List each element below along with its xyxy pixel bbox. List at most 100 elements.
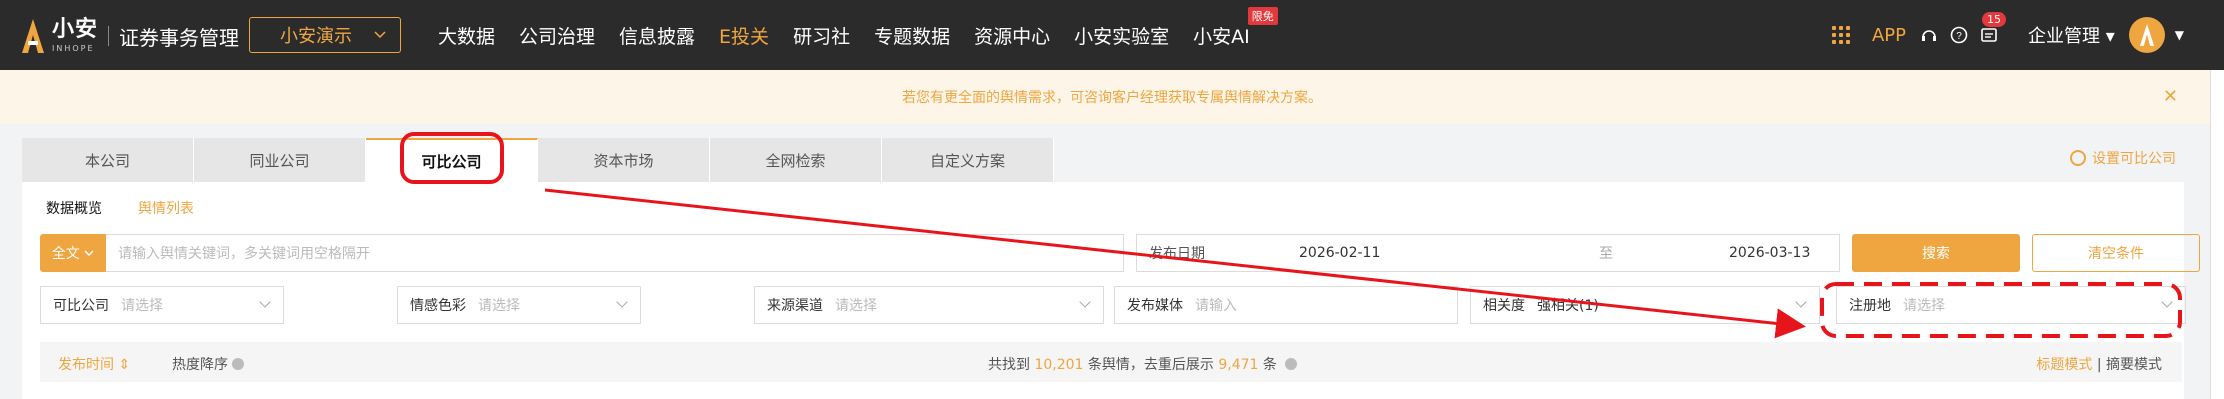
filter-value: 强相关(1) (1537, 298, 1599, 314)
enterprise-menu[interactable]: 企业管理 ▾ (2028, 22, 2115, 48)
chevron-down-icon (259, 296, 271, 308)
filter-label: 注册地 (1849, 298, 1891, 314)
tab-own-company[interactable]: 本公司 (22, 138, 194, 182)
inbox-icon (1981, 28, 1997, 42)
avatar[interactable] (2128, 17, 2165, 53)
set-comparable-label: 设置可比公司 (2092, 151, 2176, 167)
filter-label: 来源渠道 (767, 298, 823, 314)
nav-item-academy[interactable]: 研习社 (793, 22, 850, 49)
nav-item-ai-label: 小安AI (1193, 25, 1250, 48)
brand-logo[interactable]: 小安 INHOPE 证券事务管理 (22, 16, 239, 56)
filter-registered-place[interactable]: 注册地 请选择 (1836, 286, 2186, 324)
sort-by-time-label: 发布时间 (58, 357, 114, 373)
svg-text:?: ? (1956, 31, 1962, 42)
help-icon[interactable]: ? (1950, 26, 1968, 44)
view-mode-switch: 标题模式 | 摘要模式 (2036, 354, 2162, 374)
summary-mode-button[interactable]: 摘要模式 (2106, 357, 2162, 373)
top-navbar: 小安 INHOPE 证券事务管理 小安演示 大数据 公司治理 信息披露 E投关 … (0, 0, 2224, 70)
date-from[interactable]: 2026-02-11 (1299, 245, 1599, 261)
scrollbar[interactable] (2210, 70, 2224, 399)
scope-dropdown[interactable]: 全文 (40, 234, 106, 272)
tab-comparable-company[interactable]: 可比公司 (366, 138, 538, 182)
info-icon (232, 358, 244, 370)
free-badge: 限免 (1247, 6, 1278, 25)
filter-label: 可比公司 (53, 298, 109, 314)
avatar-caret-icon[interactable]: ▼ (2175, 28, 2184, 42)
date-range-picker[interactable]: 发布日期 2026-02-11 至 2026-03-13 (1136, 234, 1840, 272)
filter-sentiment[interactable]: 情感色彩 请选择 (397, 286, 641, 324)
tab-capital-market[interactable]: 资本市场 (538, 138, 710, 182)
nav-item-ai[interactable]: 小安AI 限免 (1193, 6, 1278, 49)
nav-item-lab[interactable]: 小安实验室 (1074, 22, 1169, 49)
count-prefix: 共找到 (988, 357, 1030, 373)
filter-relevance[interactable]: 相关度 强相关(1) (1470, 286, 1820, 324)
keyword-input[interactable]: 请输入舆情关键词，多关键词用空格隔开 (106, 234, 1124, 272)
nav-item-resources[interactable]: 资源中心 (974, 22, 1050, 49)
company-switch-value: 小安演示 (280, 26, 352, 47)
count-suffix: 条 (1262, 357, 1277, 373)
filter-source-channel[interactable]: 来源渠道 请选择 (754, 286, 1104, 324)
nav-item-e-ir[interactable]: E投关 (719, 22, 769, 49)
message-icon[interactable]: 15 (1980, 12, 2006, 44)
filter-comparable-company[interactable]: 可比公司 请选择 (40, 286, 284, 324)
chevron-down-icon (1079, 296, 1091, 308)
close-icon[interactable]: ✕ (2163, 86, 2178, 107)
main-panel: 数据概览 舆情列表 全文 请输入舆情关键词，多关键词用空格隔开 发布日期 202… (22, 182, 2200, 399)
result-count: 共找到 10,201 条舆情，去重后展示 9,471 条 (988, 354, 1298, 374)
notice-text: 若您有更全面的舆情需求，可咨询客户经理获取专属舆情解决方案。 (902, 90, 1322, 106)
tab-web-search[interactable]: 全网检索 (710, 138, 882, 182)
notification-count-badge: 15 (1982, 12, 2006, 27)
chevron-down-icon (616, 296, 628, 308)
filter-placeholder: 请选择 (121, 298, 163, 314)
main-nav: 大数据 公司治理 信息披露 E投关 研习社 专题数据 资源中心 小安实验室 小安… (438, 0, 1278, 70)
system-title: 证券事务管理 (119, 25, 240, 50)
sort-arrows-icon: ⇕ (118, 357, 131, 373)
nav-item-governance[interactable]: 公司治理 (519, 22, 595, 49)
clear-filters-button[interactable]: 清空条件 (2032, 234, 2200, 272)
set-comparable-link[interactable]: 设置可比公司 (2070, 148, 2176, 168)
tab-custom-plan[interactable]: 自定义方案 (882, 138, 1054, 182)
company-switch-select[interactable]: 小安演示 (249, 17, 401, 53)
result-toolbar: 发布时间 ⇕ 热度降序 共找到 10,201 条舆情，去重后展示 9,471 条… (40, 342, 2182, 382)
sub-tabs: 数据概览 舆情列表 (46, 198, 230, 218)
chevron-down-icon (2161, 296, 2173, 308)
filter-media[interactable]: 发布媒体 请输入 (1114, 286, 1458, 324)
nav-item-disclosure[interactable]: 信息披露 (619, 22, 695, 49)
filter-placeholder: 请选择 (1903, 298, 1945, 314)
headset-icon[interactable] (1920, 26, 1938, 44)
sort-by-heat-label: 热度降序 (172, 357, 228, 373)
logo-divider (108, 26, 110, 46)
subtab-overview[interactable]: 数据概览 (46, 198, 102, 218)
notice-banner: 若您有更全面的舆情需求，可咨询客户经理获取专属舆情解决方案。 ✕ (0, 70, 2224, 124)
chevron-down-icon (1795, 296, 1807, 308)
filter-label: 发布媒体 (1127, 298, 1183, 314)
filter-placeholder: 请选择 (835, 298, 877, 314)
filter-placeholder: 请选择 (478, 298, 520, 314)
logo-title: 小安 (52, 17, 99, 42)
title-mode-button[interactable]: 标题模式 (2036, 357, 2092, 373)
app-link[interactable]: APP (1872, 25, 1906, 46)
search-button[interactable]: 搜索 (1852, 234, 2020, 272)
filter-placeholder: 请输入 (1195, 298, 1237, 314)
logo-a-icon (22, 19, 44, 53)
info-icon (1285, 358, 1298, 370)
gear-icon (2070, 150, 2086, 166)
avatar-logo-icon (2139, 24, 2154, 46)
date-separator: 至 (1599, 246, 1613, 262)
enterprise-menu-label: 企业管理 (2028, 26, 2100, 47)
chevron-down-icon (374, 31, 386, 39)
nav-item-bigdata[interactable]: 大数据 (438, 22, 495, 49)
nav-item-topic-data[interactable]: 专题数据 (874, 22, 950, 49)
sort-by-heat[interactable]: 热度降序 (172, 354, 244, 374)
date-to[interactable]: 2026-03-13 (1729, 245, 1810, 261)
filter-row: 可比公司 请选择 情感色彩 请选择 来源渠道 请选择 发布媒体 请输入 相关度 … (40, 286, 2190, 324)
tab-peer-company[interactable]: 同业公司 (194, 138, 366, 182)
count-dedup: 9,471 (1218, 357, 1259, 373)
sort-by-time[interactable]: 发布时间 ⇕ (58, 354, 130, 374)
scope-value: 全文 (51, 246, 80, 262)
filter-label: 情感色彩 (410, 298, 466, 314)
apps-grid-icon[interactable] (1831, 26, 1850, 44)
subtab-list[interactable]: 舆情列表 (138, 198, 194, 218)
count-mid: 条舆情，去重后展示 (1087, 357, 1214, 373)
logo-text: 小安 INHOPE (52, 19, 98, 53)
